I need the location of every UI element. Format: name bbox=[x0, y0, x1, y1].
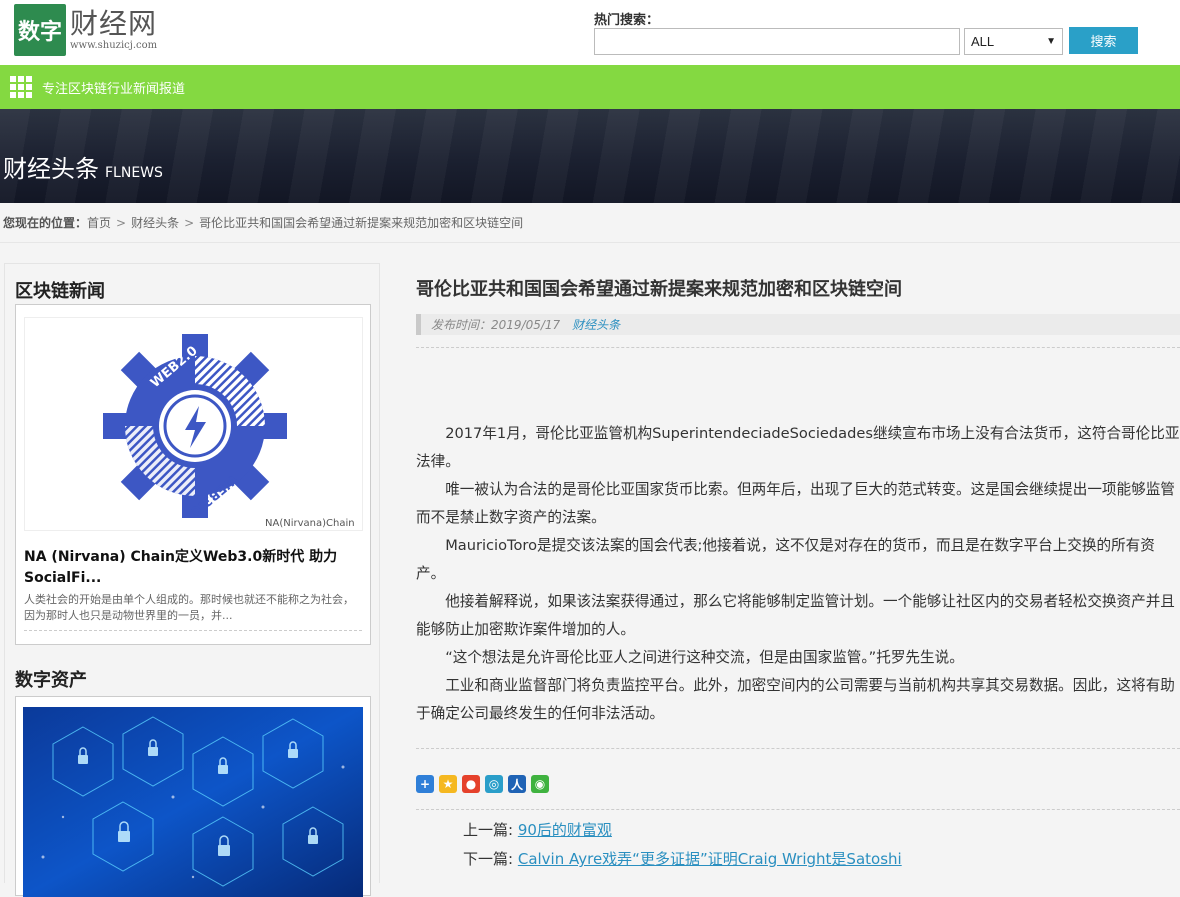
prev-article: 上一篇: 90后的财富观 bbox=[463, 816, 1180, 845]
sidebar: 区块链新闻 WEB2.0 WEB3.0 NA(Nirvana)Chain NA … bbox=[4, 263, 380, 897]
breadcrumb-separator: > bbox=[184, 215, 195, 230]
breadcrumb: 您现在的位置： 首页 > 财经头条 > 哥伦比亚共和国国会希望通过新提案来规范加… bbox=[0, 203, 1180, 243]
article-paragraph: MauricioToro是提交该法案的国会代表;他接着说，这不仅是对存在的货币，… bbox=[416, 537, 1155, 582]
web3-gear-illustration: WEB2.0 WEB3.0 NA(Nirvana)Chain bbox=[103, 334, 355, 529]
search-input[interactable] bbox=[594, 28, 960, 55]
breadcrumb-home[interactable]: 首页 bbox=[87, 214, 111, 231]
site-header: 数字 财经网 www.shuzicj.com 热门搜索： ALL ▼ 搜索 bbox=[0, 0, 1180, 65]
article-category-link[interactable]: 财经头条 bbox=[572, 316, 620, 333]
digital-asset-image[interactable] bbox=[23, 707, 363, 897]
article-title: 哥伦比亚共和国国会希望通过新提案来规范加密和区块链空间 bbox=[416, 279, 902, 300]
site-logo[interactable]: 数字 财经网 www.shuzicj.com bbox=[14, 4, 157, 56]
article-paragraph: 工业和商业监督部门将负责监控平台。此外，加密空间内的公司需要与当前机构共享其交易… bbox=[416, 677, 1175, 722]
banner-title-en: FLNEWS bbox=[105, 165, 163, 181]
divider bbox=[416, 809, 1180, 810]
breadcrumb-current[interactable]: 哥伦比亚共和国国会希望通过新提案来规范加密和区块链空间 bbox=[199, 214, 523, 231]
slogan-text: 专注区块链行业新闻报道 bbox=[42, 81, 186, 97]
article-body: 2017年1月，哥伦比亚监管机构SuperintendeciadeSocieda… bbox=[416, 420, 1180, 728]
news-card-title[interactable]: NA (Nirvana) Chain定义Web3.0新时代 助力SocialFi… bbox=[24, 547, 364, 589]
breadcrumb-category[interactable]: 财经头条 bbox=[131, 214, 179, 231]
digital-asset-card[interactable] bbox=[15, 696, 371, 897]
share-renren-icon[interactable]: 人 bbox=[508, 775, 526, 793]
share-tencent-weibo-icon[interactable]: ◎ bbox=[485, 775, 503, 793]
divider bbox=[416, 748, 1180, 749]
article-paragraph: 2017年1月，哥伦比亚监管机构SuperintendeciadeSocieda… bbox=[416, 425, 1180, 470]
breadcrumb-separator: > bbox=[116, 215, 127, 230]
news-card-image[interactable]: WEB2.0 WEB3.0 NA(Nirvana)Chain bbox=[24, 317, 363, 531]
chevron-down-icon: ▼ bbox=[1046, 36, 1056, 47]
share-bar: + ★ ● ◎ 人 ◉ bbox=[416, 775, 1180, 793]
news-card[interactable]: WEB2.0 WEB3.0 NA(Nirvana)Chain NA (Nirva… bbox=[15, 304, 371, 645]
banner-title-cn: 财经头条 bbox=[3, 155, 99, 183]
search-scope-select[interactable]: ALL ▼ bbox=[964, 28, 1063, 55]
section-banner: 财经头条 FLNEWS bbox=[0, 109, 1180, 203]
slogan-bar: 专注区块链行业新闻报道 bbox=[0, 65, 1180, 109]
article-paragraph: 唯一被认为合法的是哥伦比亚国家货币比索。但两年后，出现了巨大的范式转变。这是国会… bbox=[416, 481, 1175, 526]
publish-date: 发布时间：2019/05/17 bbox=[431, 318, 561, 332]
next-article-label: 下一篇: bbox=[463, 850, 514, 868]
search-button[interactable]: 搜索 bbox=[1069, 27, 1138, 54]
article-paragraph: 他接着解释说，如果该法案获得通过，那么它将能够制定监管计划。一个能够让社区内的交… bbox=[416, 593, 1175, 638]
logo-url: www.shuzicj.com bbox=[70, 40, 158, 51]
search-label: 热门搜索： bbox=[594, 13, 660, 28]
sidebar-heading-blockchain-news: 区块链新闻 bbox=[15, 281, 105, 302]
prev-article-link[interactable]: 90后的财富观 bbox=[518, 821, 612, 839]
share-weibo-icon[interactable]: ● bbox=[462, 775, 480, 793]
next-article: 下一篇: Calvin Ayre戏弄“更多证据”证明Craig Wright是S… bbox=[463, 845, 1180, 874]
breadcrumb-lead: 您现在的位置： bbox=[3, 216, 88, 230]
divider bbox=[416, 347, 1180, 348]
logo-name: 财经网 bbox=[70, 7, 158, 40]
sidebar-heading-digital-assets: 数字资产 bbox=[15, 670, 87, 691]
share-qzone-icon[interactable]: ★ bbox=[439, 775, 457, 793]
network-lock-illustration bbox=[23, 707, 363, 897]
article-navigation: 上一篇: 90后的财富观 下一篇: Calvin Ayre戏弄“更多证据”证明C… bbox=[416, 816, 1180, 874]
logo-mark: 数字 bbox=[14, 4, 66, 56]
image-caption: NA(Nirvana)Chain bbox=[265, 518, 355, 529]
article: 哥伦比亚共和国国会希望通过新提案来规范加密和区块链空间 发布时间：2019/05… bbox=[416, 263, 1180, 874]
prev-article-label: 上一篇: bbox=[463, 821, 514, 839]
grid-menu-icon[interactable] bbox=[10, 75, 33, 99]
article-meta: 发布时间：2019/05/17 财经头条 bbox=[416, 314, 1180, 335]
article-paragraph: “这个想法是允许哥伦比亚人之间进行这种交流，但是由国家监管。”托罗先生说。 bbox=[445, 649, 964, 666]
news-card-summary: 人类社会的开始是由单个人组成的。那时候也就还不能称之为社会，因为那时人也只是动物… bbox=[24, 593, 354, 622]
share-wechat-icon[interactable]: ◉ bbox=[531, 775, 549, 793]
share-more-icon[interactable]: + bbox=[416, 775, 434, 793]
divider bbox=[24, 630, 362, 631]
next-article-link[interactable]: Calvin Ayre戏弄“更多证据”证明Craig Wright是Satosh… bbox=[518, 850, 902, 868]
banner-title: 财经头条 FLNEWS bbox=[3, 149, 163, 184]
search-scope-value: ALL bbox=[971, 34, 995, 49]
